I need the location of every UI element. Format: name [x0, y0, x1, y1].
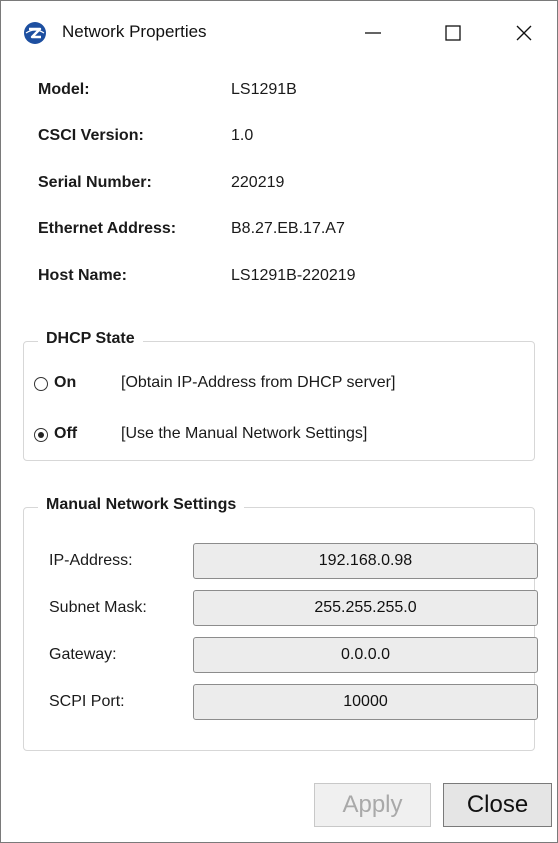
- info-label: Host Name:: [38, 267, 127, 284]
- dhcp-on-description: [Obtain IP-Address from DHCP server]: [121, 374, 396, 391]
- manual-group-title: Manual Network Settings: [38, 496, 245, 514]
- close-icon: [516, 25, 532, 41]
- close-window-button[interactable]: [504, 13, 544, 53]
- info-value: LS1291B: [231, 81, 297, 98]
- ip-address-field[interactable]: 192.168.0.98: [193, 543, 538, 579]
- info-label: Serial Number:: [38, 174, 152, 191]
- info-value: 1.0: [231, 127, 254, 144]
- dhcp-off-label: Off: [54, 425, 78, 442]
- dhcp-off-description: [Use the Manual Network Settings]: [121, 425, 368, 442]
- info-value: B8.27.EB.17.A7: [231, 220, 345, 237]
- ip-address-label: IP-Address:: [49, 552, 133, 569]
- scpi-port-label: SCPI Port:: [49, 693, 125, 710]
- dhcp-off-radio[interactable]: [34, 428, 48, 442]
- info-label: Ethernet Address:: [38, 220, 177, 237]
- maximize-icon: [445, 25, 461, 41]
- dhcp-on-radio[interactable]: [34, 377, 48, 391]
- close-button[interactable]: Close: [443, 783, 552, 827]
- info-value: 220219: [231, 174, 285, 191]
- info-value: LS1291B-220219: [231, 267, 356, 284]
- dhcp-state-group: DHCP State: [23, 330, 535, 461]
- app-logo-icon: [24, 22, 46, 44]
- gateway-label: Gateway:: [49, 646, 117, 663]
- window-title: Network Properties: [62, 22, 207, 41]
- info-label: CSCI Version:: [38, 127, 144, 144]
- scpi-port-field[interactable]: 10000: [193, 684, 538, 720]
- maximize-button[interactable]: [433, 13, 473, 53]
- dhcp-group-title: DHCP State: [38, 330, 143, 348]
- minimize-button[interactable]: [353, 13, 393, 53]
- gateway-field[interactable]: 0.0.0.0: [193, 637, 538, 673]
- network-properties-window: Network Properties Model: LS1291B CSCI V…: [0, 0, 558, 843]
- apply-button[interactable]: Apply: [314, 783, 431, 827]
- info-label: Model:: [38, 81, 90, 98]
- minimize-icon: [365, 32, 381, 34]
- title-bar[interactable]: Network Properties: [1, 1, 557, 65]
- subnet-mask-label: Subnet Mask:: [49, 599, 147, 616]
- subnet-mask-field[interactable]: 255.255.255.0: [193, 590, 538, 626]
- dhcp-on-label: On: [54, 374, 77, 391]
